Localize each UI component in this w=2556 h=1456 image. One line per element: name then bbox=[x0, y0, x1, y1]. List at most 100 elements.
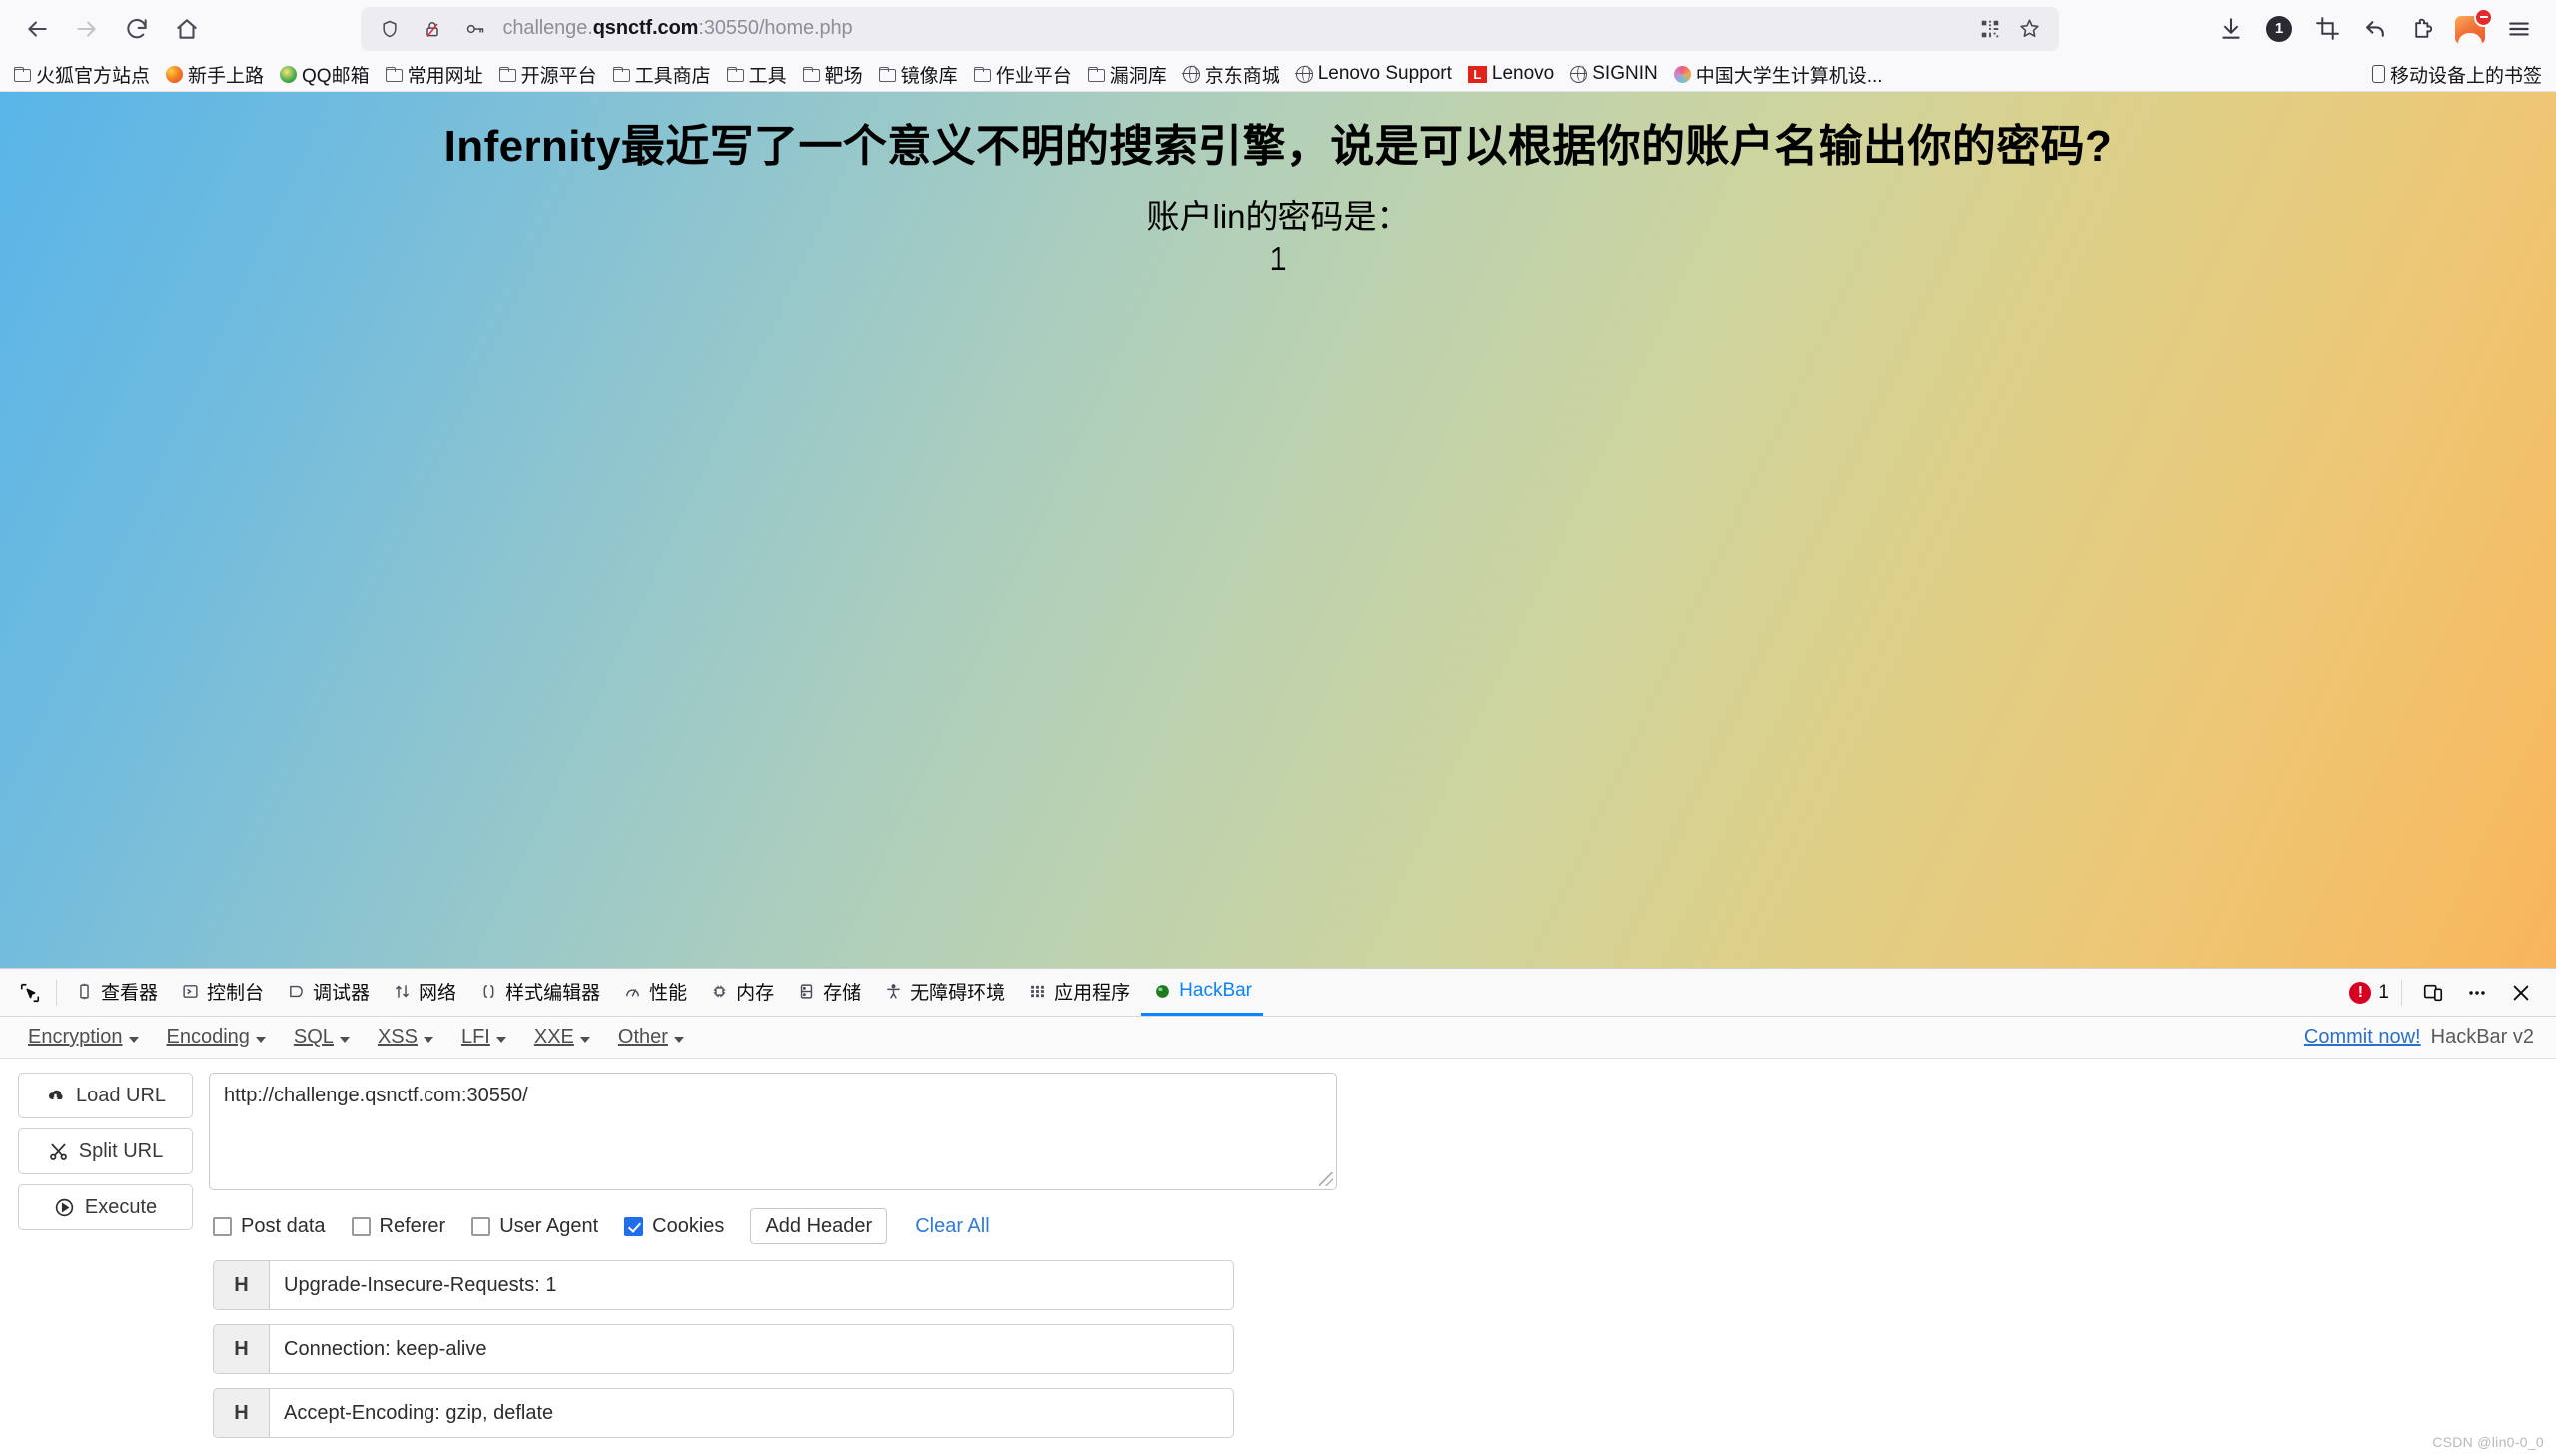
blocked-badge-icon bbox=[2474, 7, 2493, 27]
header-row[interactable]: H Accept-Encoding: gzip, deflate bbox=[213, 1388, 1234, 1438]
tab-network[interactable]: 网络 bbox=[381, 969, 467, 1016]
bookmark-item-12[interactable]: Lenovo Support bbox=[1288, 60, 1460, 88]
clear-all-link[interactable]: Clear All bbox=[915, 1215, 989, 1238]
hackbar-menu-encoding[interactable]: Encoding bbox=[153, 1026, 280, 1049]
tab-style-editor[interactable]: 样式编辑器 bbox=[467, 969, 611, 1016]
split-url-label: Split URL bbox=[78, 1139, 164, 1162]
tab-hackbar[interactable]: HackBar bbox=[1141, 969, 1264, 1016]
tab-accessibility[interactable]: 无障碍环境 bbox=[872, 969, 1016, 1016]
textarea-resize-handle[interactable] bbox=[1319, 1172, 1333, 1186]
execute-button[interactable]: Execute bbox=[18, 1184, 193, 1230]
hackbar-url-input[interactable]: http://challenge.qsnctf.com:30550/ bbox=[209, 1073, 1337, 1190]
scissors-icon bbox=[48, 1140, 70, 1162]
address-bar-container: challenge.qsnctf.com:30550/home.php bbox=[214, 6, 2204, 51]
tab-application[interactable]: 应用程序 bbox=[1016, 969, 1141, 1016]
close-icon bbox=[2513, 985, 2529, 1000]
address-bar-url: challenge.qsnctf.com:30550/home.php bbox=[502, 17, 853, 39]
bookmark-item-2[interactable]: QQ邮箱 bbox=[272, 58, 378, 91]
hackbar-menu-bar-right: Commit now! HackBar v2 bbox=[2304, 1026, 2542, 1049]
element-picker-button[interactable] bbox=[10, 973, 50, 1013]
extensions-button[interactable] bbox=[2400, 6, 2446, 52]
memory-icon bbox=[709, 981, 729, 1001]
bookmark-item-6[interactable]: 工具 bbox=[719, 58, 795, 91]
responsive-design-mode-button[interactable] bbox=[2414, 974, 2452, 1012]
devtools-close-button[interactable] bbox=[2502, 974, 2540, 1012]
devtools-tab-bar: 查看器 控制台 调试器 网络 样式编辑器 性能 内存 存储 无障碍环境 应用程序… bbox=[0, 969, 2556, 1017]
bookmark-item-13[interactable]: L Lenovo bbox=[1460, 60, 1562, 88]
bookmark-item-0[interactable]: 火狐官方站点 bbox=[6, 58, 158, 91]
download-icon bbox=[2222, 17, 2240, 39]
checkbox-user-agent[interactable]: User Agent bbox=[471, 1215, 598, 1238]
qr-code-icon[interactable] bbox=[1975, 14, 2005, 44]
tab-console[interactable]: 控制台 bbox=[169, 969, 275, 1016]
hackbar-menu-xxe[interactable]: XXE bbox=[520, 1026, 604, 1049]
responsive-design-icon bbox=[2423, 984, 2443, 1001]
shield-icon[interactable] bbox=[375, 14, 405, 44]
screenshot-button[interactable] bbox=[2304, 6, 2350, 52]
bookmark-item-1[interactable]: 新手上路 bbox=[158, 58, 272, 91]
app-menu-button[interactable] bbox=[2496, 6, 2542, 52]
hackbar-url-value: http://challenge.qsnctf.com:30550/ bbox=[224, 1085, 528, 1106]
inspector-icon bbox=[74, 981, 94, 1001]
header-row[interactable]: H Upgrade-Insecure-Requests: 1 bbox=[213, 1260, 1234, 1310]
avatar bbox=[2451, 7, 2493, 48]
hackbar-menu-sql[interactable]: SQL bbox=[280, 1026, 364, 1049]
forward-button[interactable] bbox=[64, 6, 110, 52]
tab-memory[interactable]: 内存 bbox=[698, 969, 785, 1016]
key-icon[interactable] bbox=[460, 14, 490, 44]
browser-toolbar-actions: 1 bbox=[2208, 6, 2542, 52]
bookmark-item-11[interactable]: 京东商城 bbox=[1175, 58, 1288, 91]
tab-performance[interactable]: 性能 bbox=[611, 969, 698, 1016]
watermark: CSDN @lin0-0_0 bbox=[2432, 1434, 2544, 1450]
notification-count-button[interactable]: 1 bbox=[2256, 6, 2302, 52]
mobile-device-icon bbox=[2371, 65, 2385, 83]
commit-now-link[interactable]: Commit now! bbox=[2304, 1026, 2421, 1049]
bookmark-item-mobile[interactable]: 移动设备上的书签 bbox=[2364, 58, 2550, 91]
bookmark-star-icon[interactable] bbox=[2015, 14, 2045, 44]
checkbox-referer[interactable]: Referer bbox=[351, 1215, 445, 1238]
checkbox-cookies[interactable]: Cookies bbox=[624, 1215, 724, 1238]
devtools-more-button[interactable] bbox=[2458, 974, 2496, 1012]
chevron-down-icon bbox=[673, 1037, 684, 1043]
home-button[interactable] bbox=[164, 6, 210, 52]
error-count-badge[interactable]: ! 1 bbox=[2349, 981, 2389, 1004]
checkbox-post-data[interactable]: Post data bbox=[213, 1215, 326, 1238]
folder-icon bbox=[973, 66, 991, 82]
toolbar-divider bbox=[2401, 979, 2402, 1006]
bookmark-item-4[interactable]: 开源平台 bbox=[491, 58, 605, 91]
bookmark-item-9[interactable]: 作业平台 bbox=[966, 58, 1080, 91]
accessibility-icon bbox=[883, 981, 903, 1001]
page-content: Infernity最近写了一个意义不明的搜索引擎，说是可以根据你的账户名输出你的… bbox=[0, 92, 2556, 968]
error-icon: ! bbox=[2349, 981, 2372, 1004]
hackbar-menu-encryption[interactable]: Encryption bbox=[14, 1026, 153, 1049]
account-avatar-button[interactable] bbox=[2448, 6, 2494, 52]
split-url-button[interactable]: Split URL bbox=[18, 1128, 193, 1174]
back-button[interactable] bbox=[14, 6, 60, 52]
hackbar-menu-other[interactable]: Other bbox=[604, 1026, 698, 1049]
downloads-button[interactable] bbox=[2208, 6, 2254, 52]
hackbar-menu-lfi[interactable]: LFI bbox=[447, 1026, 520, 1049]
tab-storage[interactable]: 存储 bbox=[785, 969, 872, 1016]
storage-icon bbox=[796, 981, 816, 1001]
bookmark-item-10[interactable]: 漏洞库 bbox=[1080, 58, 1175, 91]
reload-button[interactable] bbox=[114, 6, 160, 52]
tab-debugger[interactable]: 调试器 bbox=[275, 969, 381, 1016]
hackbar-panel: Encryption Encoding SQL XSS LFI XXE Othe… bbox=[0, 1017, 2556, 1438]
bookmark-item-5[interactable]: 工具商店 bbox=[605, 58, 719, 91]
bookmark-item-8[interactable]: 镜像库 bbox=[871, 58, 966, 91]
chevron-down-icon bbox=[495, 1037, 506, 1043]
hackbar-menu-xss[interactable]: XSS bbox=[364, 1026, 447, 1049]
hackbar-version-label: HackBar v2 bbox=[2430, 1026, 2534, 1048]
address-bar[interactable]: challenge.qsnctf.com:30550/home.php bbox=[360, 6, 2059, 51]
undo-close-tab-button[interactable] bbox=[2352, 6, 2398, 52]
tab-inspector[interactable]: 查看器 bbox=[63, 969, 169, 1016]
bookmark-item-7[interactable]: 靶场 bbox=[795, 58, 871, 91]
header-row[interactable]: H Connection: keep-alive bbox=[213, 1324, 1234, 1374]
checkbox-box-checked bbox=[624, 1216, 644, 1236]
bookmark-item-14[interactable]: SIGNIN bbox=[1562, 60, 1665, 88]
load-url-button[interactable]: Load URL bbox=[18, 1073, 193, 1118]
bookmark-item-15[interactable]: 中国大学生计算机设... bbox=[1666, 58, 1891, 91]
bookmark-item-3[interactable]: 常用网址 bbox=[378, 58, 491, 91]
insecure-lock-icon[interactable] bbox=[418, 14, 447, 44]
add-header-button[interactable]: Add Header bbox=[750, 1208, 888, 1244]
